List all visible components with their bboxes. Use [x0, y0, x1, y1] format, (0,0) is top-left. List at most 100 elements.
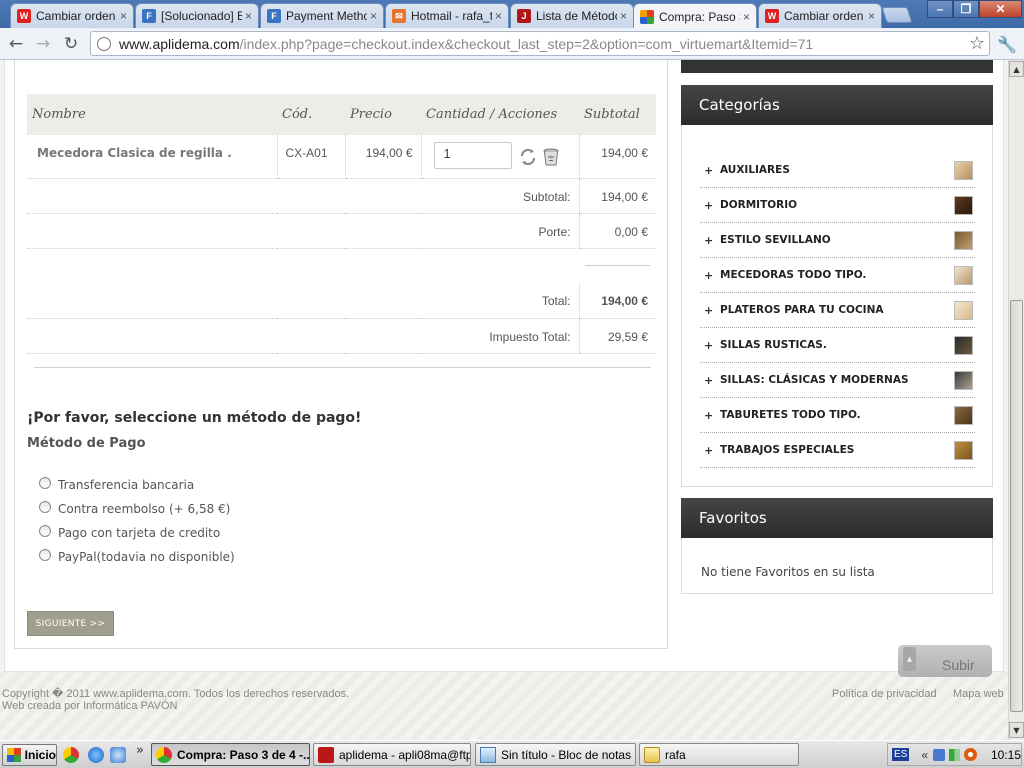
payment-option-transfer[interactable]: Transferencia bancaria — [39, 477, 194, 492]
quicklaunch-more-icon[interactable]: » — [136, 743, 144, 758]
browser-tab[interactable]: J Lista de Método × — [510, 3, 634, 28]
tab-title: Lista de Método — [536, 9, 617, 23]
browser-tab[interactable]: ✉ Hotmail - rafa_tl × — [385, 3, 509, 28]
task-label: Compra: Paso 3 de 4 -... — [177, 747, 310, 762]
reload-button[interactable]: ↻ — [60, 33, 82, 55]
browser-tab[interactable]: W Cambiar orden c × — [10, 3, 134, 28]
internet-explorer-icon[interactable] — [88, 747, 104, 763]
back-button[interactable]: ← — [5, 33, 27, 55]
radio-paypal[interactable] — [39, 549, 51, 561]
plus-icon: + — [704, 303, 714, 317]
col-header-quantity: Cantidad / Acciones — [421, 94, 579, 135]
browser-tab[interactable]: F Payment Metho × — [260, 3, 384, 28]
category-label[interactable]: TRABAJOS ESPECIALES — [720, 444, 954, 456]
category-thumbnail[interactable] — [954, 300, 973, 320]
category-item-auxiliares[interactable]: + AUXILIARES — [700, 153, 975, 188]
plus-icon: + — [704, 408, 714, 422]
tab-close-icon[interactable]: × — [868, 9, 875, 23]
category-thumbnail[interactable] — [954, 160, 973, 180]
browser-tab-active[interactable]: Compra: Paso 3 × — [633, 3, 757, 29]
taskbar-item-chrome[interactable]: Compra: Paso 3 de 4 -... — [151, 743, 310, 766]
forward-button[interactable]: → — [32, 33, 54, 55]
radio-cod[interactable] — [39, 501, 51, 513]
maximize-button[interactable]: ❐ — [953, 0, 979, 18]
porte-value: 0,00 € — [578, 213, 656, 249]
category-item-estilo-sevillano[interactable]: + ESTILO SEVILLANO — [700, 223, 975, 258]
category-label[interactable]: PLATEROS PARA TU COCINA — [720, 304, 954, 316]
taskbar-item-notepad[interactable]: Sin título - Bloc de notas — [475, 743, 636, 766]
scroll-top-button[interactable]: ▲ Subir — [898, 645, 992, 677]
up-arrow-icon: ▲ — [903, 647, 916, 671]
tab-close-icon[interactable]: × — [495, 9, 502, 23]
payment-option-card[interactable]: Pago con tarjeta de credito — [39, 525, 220, 540]
category-label[interactable]: SILLAS RUSTICAS. — [720, 339, 954, 351]
radio-transfer[interactable] — [39, 477, 51, 489]
category-item-plateros[interactable]: + PLATEROS PARA TU COCINA — [700, 293, 975, 328]
tab-close-icon[interactable]: × — [370, 9, 377, 23]
next-button[interactable]: SIGUIENTE >> — [27, 611, 114, 636]
wrench-icon[interactable]: 🔧 — [996, 33, 1018, 55]
scroll-down-arrow-icon[interactable]: ▼ — [1009, 722, 1024, 738]
chrome-icon[interactable] — [63, 747, 79, 763]
j-icon: J — [517, 9, 531, 23]
radio-card[interactable] — [39, 525, 51, 537]
start-button[interactable]: Inicio — [2, 744, 57, 766]
product-name[interactable]: Mecedora Clasica de regilla . — [37, 146, 232, 160]
tab-close-icon[interactable]: × — [620, 9, 627, 23]
payment-option-paypal[interactable]: PayPal(todavia no disponible) — [39, 549, 235, 564]
vertical-scrollbar[interactable]: ▲ ▼ — [1008, 60, 1024, 740]
category-thumbnail[interactable] — [954, 265, 973, 285]
category-item-sillas-clasicas[interactable]: + SILLAS: CLÁSICAS Y MODERNAS — [700, 363, 975, 398]
taskbar-item-folder[interactable]: rafa — [639, 743, 799, 766]
tab-close-icon[interactable]: × — [245, 9, 252, 23]
tab-close-icon[interactable]: × — [120, 9, 127, 23]
category-thumbnail[interactable] — [954, 230, 973, 250]
minimize-button[interactable]: – — [927, 0, 953, 18]
bookmark-star-icon[interactable]: ☆ — [969, 33, 985, 54]
category-item-taburetes[interactable]: + TABURETES TODO TIPO. — [700, 398, 975, 433]
sidebar-previous-module — [681, 60, 993, 73]
category-label[interactable]: AUXILIARES — [720, 164, 954, 176]
plus-icon: + — [704, 198, 714, 212]
language-indicator[interactable]: ES — [892, 748, 910, 761]
browser-tab[interactable]: W Cambiar orden c × — [758, 3, 882, 28]
category-label[interactable]: MECEDORAS TODO TIPO. — [720, 269, 954, 281]
url-text[interactable]: www.aplidema.com/index.php?page=checkout… — [119, 36, 969, 52]
new-tab-button[interactable] — [881, 7, 913, 23]
scroll-up-arrow-icon[interactable]: ▲ — [1009, 61, 1024, 77]
category-thumbnail[interactable] — [954, 195, 973, 215]
refresh-icon[interactable] — [519, 147, 537, 167]
category-thumbnail[interactable] — [954, 405, 973, 425]
plus-icon: + — [704, 338, 714, 352]
outlook-icon[interactable] — [110, 747, 126, 763]
category-label[interactable]: SILLAS: CLÁSICAS Y MODERNAS — [720, 374, 954, 386]
category-label[interactable]: TABURETES TODO TIPO. — [720, 409, 954, 421]
signal-icon[interactable] — [948, 748, 961, 761]
category-thumbnail[interactable] — [954, 440, 973, 460]
porte-label: Porte: — [27, 213, 579, 249]
category-item-sillas-rusticas[interactable]: + SILLAS RUSTICAS. — [700, 328, 975, 363]
category-thumbnail[interactable] — [954, 370, 973, 390]
payment-option-cod[interactable]: Contra reembolso (+ 6,58 €) — [39, 501, 230, 516]
avast-icon[interactable] — [964, 748, 977, 761]
tray-expand-icon[interactable]: « — [921, 748, 928, 762]
category-label[interactable]: DORMITORIO — [720, 199, 954, 211]
category-thumbnail[interactable] — [954, 335, 973, 355]
total-divider — [585, 265, 650, 267]
privacy-link[interactable]: Política de privacidad — [832, 688, 937, 700]
tab-title: Hotmail - rafa_tl — [411, 9, 492, 23]
tab-close-icon[interactable]: × — [743, 10, 750, 24]
trash-icon[interactable] — [542, 147, 560, 167]
taskbar-item-filezilla[interactable]: aplidema - apli08ma@ftp.... — [313, 743, 471, 766]
scrollbar-thumb[interactable] — [1010, 300, 1023, 712]
category-item-mecedoras[interactable]: + MECEDORAS TODO TIPO. — [700, 258, 975, 293]
network-icon[interactable] — [933, 748, 945, 761]
category-item-trabajos-especiales[interactable]: + TRABAJOS ESPECIALES — [700, 433, 975, 468]
category-item-dormitorio[interactable]: + DORMITORIO — [700, 188, 975, 223]
sitemap-link[interactable]: Mapa web — [953, 688, 1004, 700]
address-bar[interactable]: www.aplidema.com/index.php?page=checkout… — [90, 31, 990, 56]
browser-tab[interactable]: F [Solucionado] El × — [135, 3, 259, 28]
quantity-input[interactable]: 1 — [433, 142, 512, 169]
close-window-button[interactable]: ✕ — [979, 0, 1022, 18]
category-label[interactable]: ESTILO SEVILLANO — [720, 234, 954, 246]
